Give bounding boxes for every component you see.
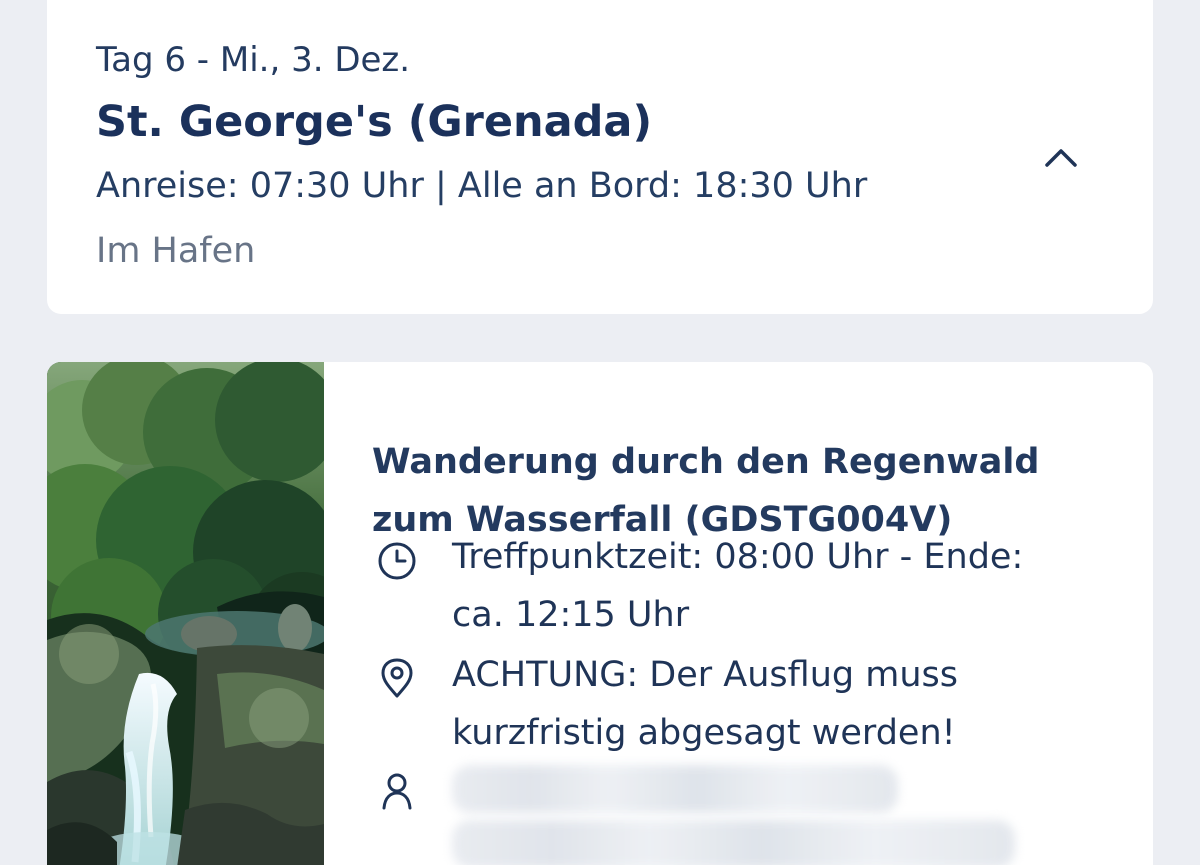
excursion-card[interactable]: Wanderung durch den Regenwald zum Wasser…: [47, 362, 1153, 865]
participant-row: [372, 758, 1132, 865]
notice-row: ACHTUNG: Der Ausflug muss kurzfristig ab…: [372, 646, 1132, 753]
excursion-image: [47, 362, 324, 865]
port-title: St. George's (Grenada): [96, 97, 653, 147]
clock-icon: [372, 536, 422, 586]
meeting-time-text: Treffpunktzeit: 08:00 Uhr - Ende: ca. 12…: [452, 537, 1024, 635]
chevron-up-icon: [1045, 149, 1077, 167]
day-card[interactable]: Tag 6 - Mi., 3. Dez. St. George's (Grena…: [47, 0, 1153, 314]
location-pin-icon: [372, 654, 422, 704]
redacted-participant-line-2: [452, 820, 1015, 865]
waterfall-photo: [47, 362, 324, 865]
person-icon: [372, 766, 422, 816]
redacted-participant-line-1: [452, 765, 898, 813]
collapse-button[interactable]: [1033, 130, 1089, 186]
page: Tag 6 - Mi., 3. Dez. St. George's (Grena…: [0, 0, 1200, 865]
port-status: Im Hafen: [96, 231, 256, 271]
meeting-time-row: Treffpunktzeit: 08:00 Uhr - Ende: ca. 12…: [372, 528, 1132, 635]
arrival-boarding-times: Anreise: 07:30 Uhr | Alle an Bord: 18:30…: [96, 166, 868, 206]
day-label: Tag 6 - Mi., 3. Dez.: [96, 40, 411, 80]
notice-text: ACHTUNG: Der Ausflug muss kurzfristig ab…: [452, 655, 958, 753]
